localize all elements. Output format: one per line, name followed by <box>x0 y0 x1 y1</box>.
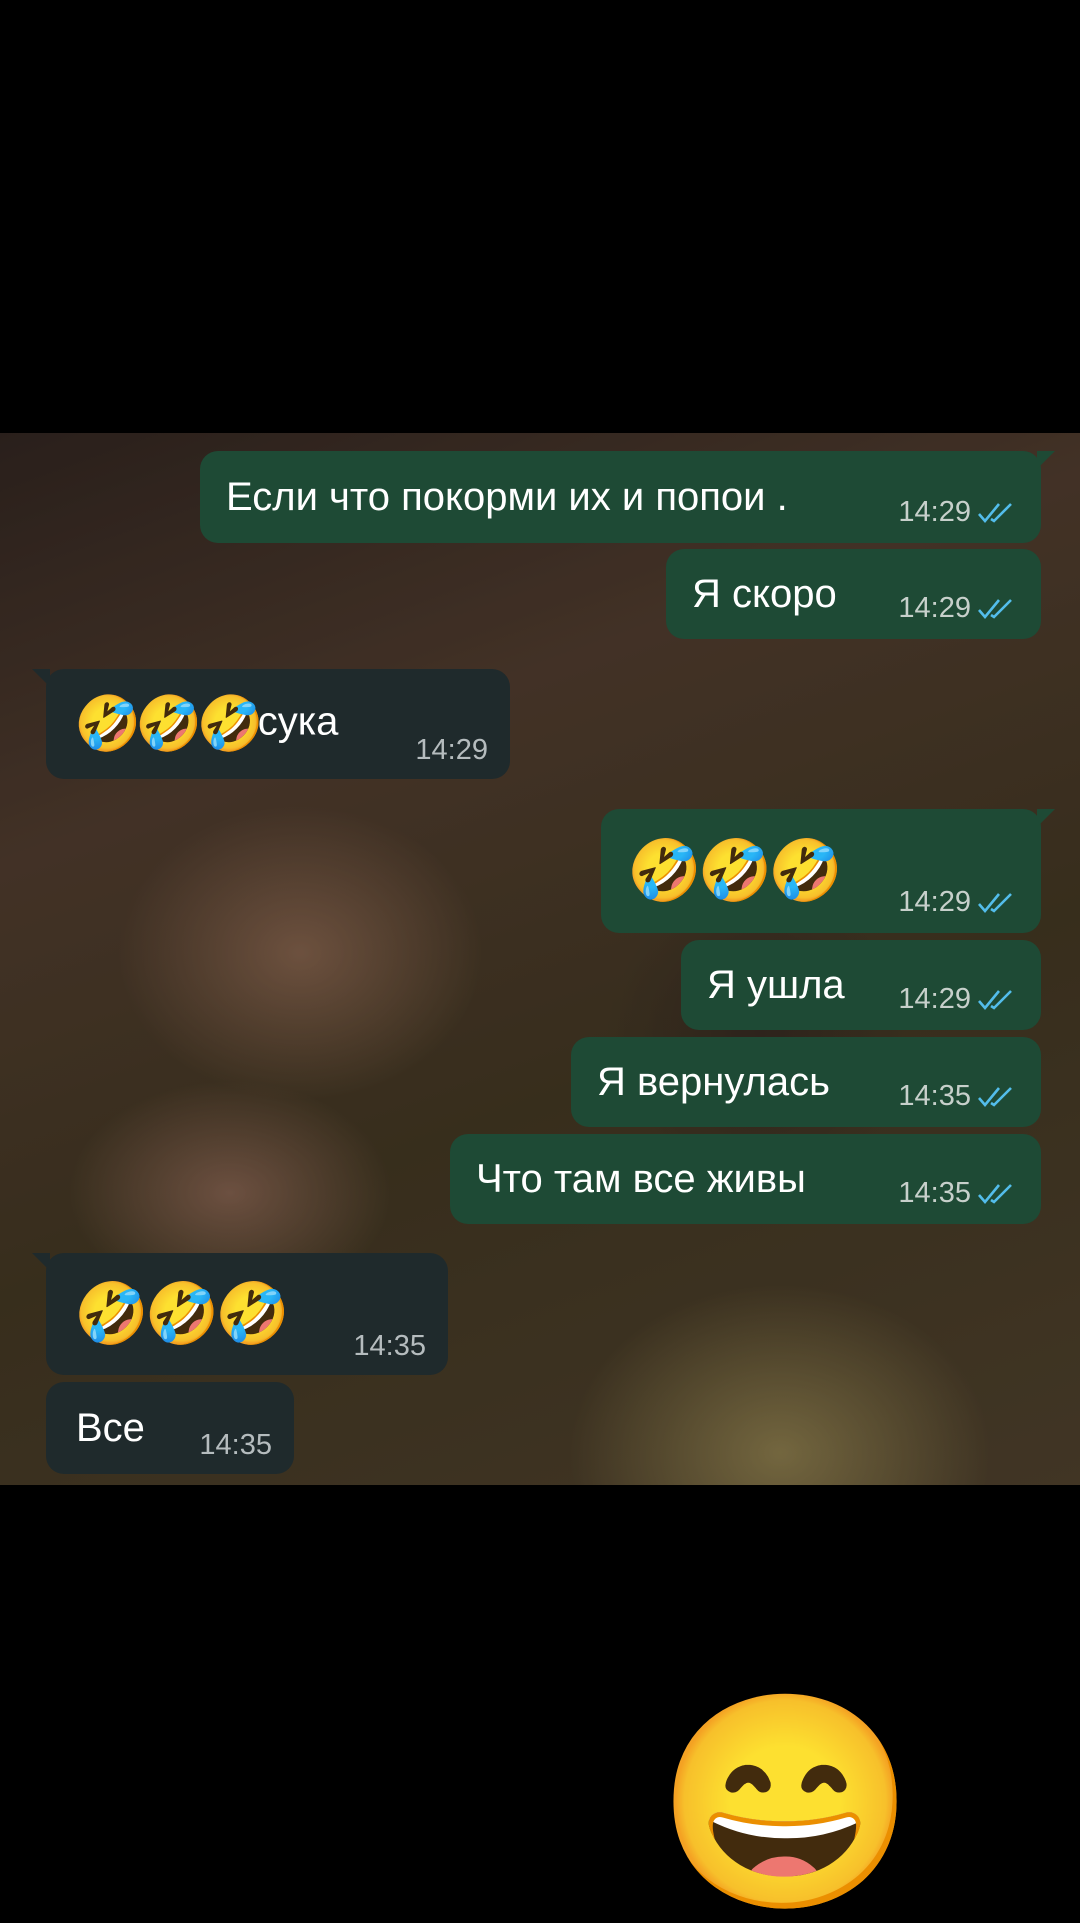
read-ticks-icon <box>978 1086 1012 1107</box>
message-text: Я скоро <box>692 572 837 616</box>
message-time: 14:35 <box>898 1177 971 1209</box>
read-ticks-icon <box>978 989 1012 1010</box>
message-time: 14:29 <box>898 496 971 528</box>
message-incoming[interactable]: Все 14:35 <box>46 1382 294 1474</box>
rolling-laughing-emoji-icon: 🤣🤣🤣 <box>627 837 843 904</box>
rolling-laughing-emoji-icon: 🤣🤣🤣 <box>74 1280 290 1347</box>
message-outgoing[interactable]: Я ушла 14:29 <box>681 940 1041 1030</box>
message-text: Что там все живы <box>476 1157 806 1201</box>
grinning-face-icon: 😄 <box>655 1685 917 1920</box>
message-incoming[interactable]: 🤣🤣🤣 14:35 <box>32 1253 448 1375</box>
message-text: Я ушла <box>707 963 845 1007</box>
message-text: Все <box>76 1406 145 1450</box>
message-time: 14:35 <box>898 1080 971 1112</box>
message-outgoing[interactable]: Что там все живы 14:35 <box>450 1134 1041 1224</box>
message-time: 14:29 <box>898 983 971 1015</box>
read-ticks-icon <box>978 502 1012 523</box>
message-outgoing[interactable]: Я скоро 14:29 <box>666 549 1041 639</box>
message-time: 14:35 <box>199 1429 272 1461</box>
read-ticks-icon <box>978 598 1012 619</box>
message-time: 14:29 <box>898 592 971 624</box>
message-text: Я вернулась <box>597 1060 830 1104</box>
message-outgoing[interactable]: Если что покорми их и попои . 14:29 <box>200 451 1055 543</box>
message-incoming[interactable]: 🤣🤣🤣сука 14:29 <box>32 669 510 779</box>
message-time: 14:29 <box>898 886 971 918</box>
message-text: Если что покорми их и попои . <box>226 475 788 519</box>
read-ticks-icon <box>978 1183 1012 1204</box>
message-text: сука <box>257 699 339 744</box>
rolling-laughing-emoji-icon: 🤣🤣🤣 <box>74 694 264 754</box>
message-outgoing[interactable]: 🤣🤣🤣 14:29 <box>601 809 1055 933</box>
message-time: 14:29 <box>415 734 488 766</box>
message-time: 14:35 <box>353 1330 426 1362</box>
message-outgoing[interactable]: Я вернулась 14:35 <box>571 1037 1041 1127</box>
read-ticks-icon <box>978 892 1012 913</box>
